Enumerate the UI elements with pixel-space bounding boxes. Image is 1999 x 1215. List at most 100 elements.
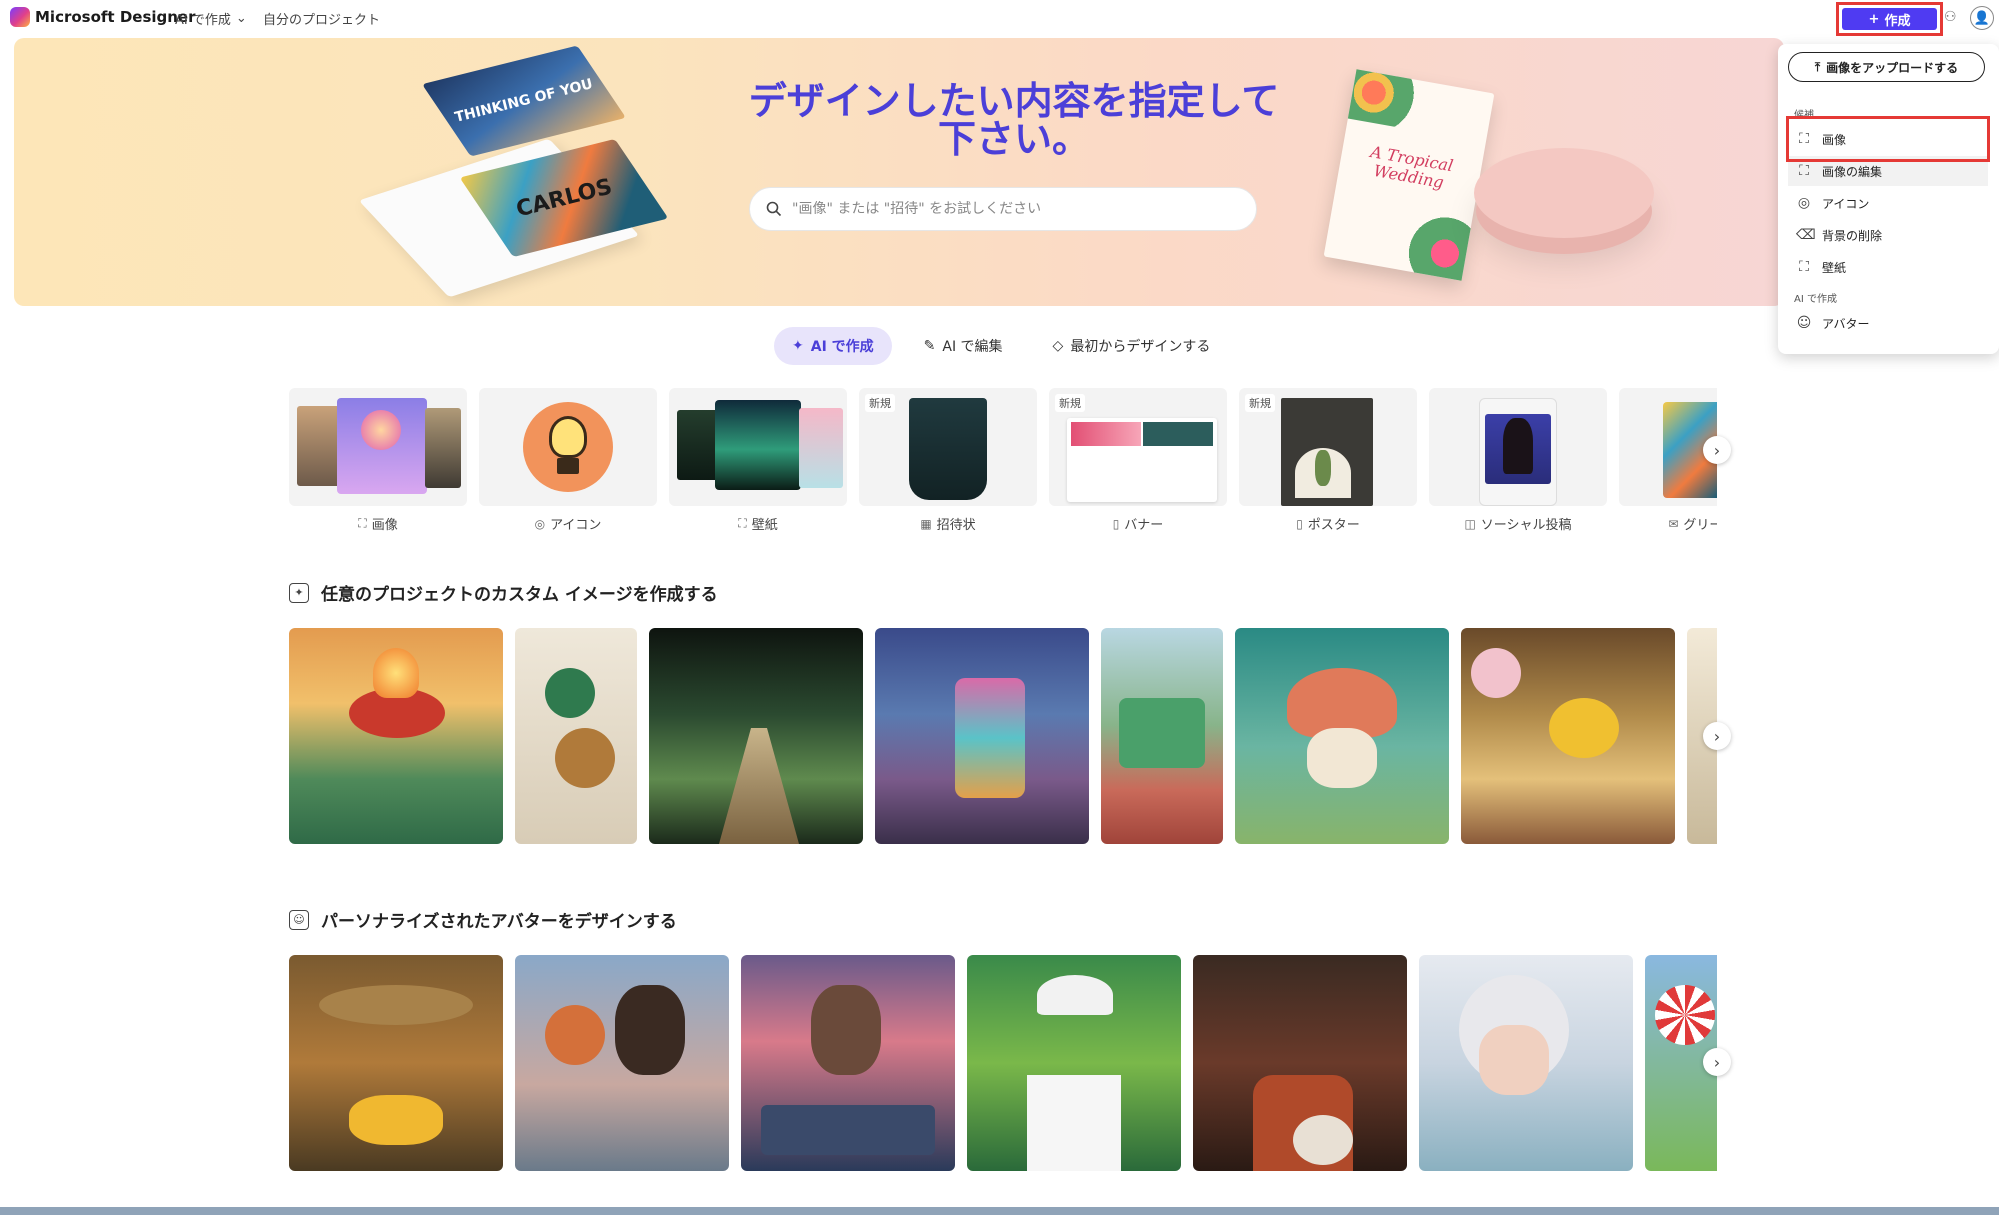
image-card-grill[interactable] <box>289 628 503 844</box>
image-card-pinata[interactable] <box>875 628 1089 844</box>
dropdown-item-icon[interactable]: ◎ アイコン <box>1788 188 1988 218</box>
dropdown-item-label: アイコン <box>1822 196 1870 211</box>
tropical-wedding-card: A Tropical Wedding <box>1323 69 1495 281</box>
image-card-kids-reading[interactable] <box>1101 628 1223 844</box>
icon-icon: ◎ <box>534 516 546 531</box>
dropdown-item-remove-background[interactable]: ⌫ 背景の削除 <box>1788 220 1988 250</box>
wallpaper-icon: ⛶ <box>1799 259 1809 275</box>
mail-icon: ✉ <box>1668 516 1679 531</box>
tab-ai-edit[interactable]: ✎ AI で編集 <box>906 327 1021 365</box>
template-label: 画像 <box>371 518 398 533</box>
image-card-forest-path[interactable] <box>649 628 863 844</box>
dropdown-item-label: 画像の編集 <box>1822 164 1883 179</box>
eraser-icon: ⌫ <box>1796 227 1816 243</box>
search-icon <box>766 201 782 217</box>
share-icon[interactable]: ⚇ <box>1944 9 1962 27</box>
nav-ai-create[interactable]: AI で作成 ⌄ <box>175 9 247 28</box>
template-invitation[interactable]: 新規 ▦ 招待状 <box>859 388 1037 533</box>
tab-design-from-scratch-label: 最初からデザインする <box>1070 339 1211 355</box>
template-image[interactable]: ⛶ 画像 <box>289 388 467 533</box>
image-card-mushroom[interactable] <box>1235 628 1449 844</box>
avatars-next-button[interactable]: › <box>1703 1048 1731 1076</box>
avatar-icon: ☺ <box>1796 315 1812 331</box>
designer-logo-icon[interactable] <box>10 7 30 27</box>
plinth-illustration <box>1474 148 1654 238</box>
template-label: ソーシャル投稿 <box>1480 518 1572 533</box>
tab-ai-create[interactable]: ✦ AI で作成 <box>774 327 892 365</box>
image-card-canary[interactable] <box>1461 628 1675 844</box>
upload-icon: ⤒ <box>1814 59 1821 74</box>
image-edit-icon: ⛶ <box>1799 163 1809 179</box>
template-thumbnail: 新規 <box>1049 388 1227 506</box>
mode-tabs: ✦ AI で作成 ✎ AI で編集 ◇ 最初からデザインする <box>774 327 1228 365</box>
tab-ai-create-label: AI で作成 <box>810 339 874 355</box>
avatar-card-basketball[interactable] <box>515 955 729 1171</box>
chevron-down-icon: ⌄ <box>235 11 247 26</box>
create-button-highlight: + 作成 <box>1836 2 1943 36</box>
poster-icon: ▯ <box>1296 516 1303 531</box>
custom-images-title-text: 任意のプロジェクトのカスタム イメージを作成する <box>321 585 718 605</box>
dropdown-item-label: 背景の削除 <box>1822 228 1883 243</box>
dropdown-item-avatar[interactable]: ☺ アバター <box>1788 308 1988 338</box>
create-button-label: 作成 <box>1884 13 1911 29</box>
image-card-cactus-guitar[interactable] <box>515 628 637 844</box>
page: Microsoft Designer AI で作成 ⌄ 自分のプロジェクト + … <box>0 0 1999 1215</box>
shapes-icon: ◇ <box>1052 338 1064 354</box>
custom-images-next-button[interactable]: › <box>1703 722 1731 750</box>
avatar-face-icon: ☺ <box>289 909 309 930</box>
chevron-right-icon: › <box>1713 1052 1721 1072</box>
magic-wand-icon: ✎ <box>923 338 936 354</box>
template-carousel-next-button[interactable]: › <box>1703 436 1731 464</box>
template-icon[interactable]: ◎ アイコン <box>479 388 657 533</box>
dropdown-item-label: アバター <box>1822 316 1870 331</box>
avatar-card-grandmother[interactable] <box>1419 955 1633 1171</box>
template-wallpaper[interactable]: ⛶ 壁紙 <box>669 388 847 533</box>
search-input[interactable] <box>792 201 1232 217</box>
tab-design-from-scratch[interactable]: ◇ 最初からデザインする <box>1035 327 1229 365</box>
image-icon: ⛶ <box>358 516 367 530</box>
bottom-bar <box>0 1207 1999 1215</box>
banner-icon: ▯ <box>1112 516 1120 531</box>
template-label: バナー <box>1124 518 1164 533</box>
template-banner[interactable]: 新規 ▯ バナー <box>1049 388 1227 533</box>
template-label: ポスター <box>1307 518 1360 533</box>
plus-icon: + <box>1868 11 1880 27</box>
icon-icon: ◎ <box>1797 195 1811 211</box>
tab-ai-edit-label: AI で編集 <box>942 339 1003 355</box>
create-button[interactable]: + 作成 <box>1842 8 1937 30</box>
upload-image-label: 画像をアップロードする <box>1826 60 1959 75</box>
social-icon: ◫ <box>1464 516 1476 531</box>
upload-image-button[interactable]: ⤒ 画像をアップロードする <box>1788 52 1985 82</box>
template-thumbnail <box>479 388 657 506</box>
template-label: アイコン <box>550 518 602 533</box>
wallpaper-icon: ⛶ <box>738 516 747 530</box>
app-title[interactable]: Microsoft Designer <box>35 8 196 26</box>
template-greeting[interactable]: ✉ グリーティ <box>1619 388 1717 533</box>
nav-my-projects[interactable]: 自分のプロジェクト <box>263 9 380 28</box>
template-social-post[interactable]: ◫ ソーシャル投稿 <box>1429 388 1607 533</box>
avatar-card-dj[interactable] <box>741 955 955 1171</box>
avatar-card-farmer[interactable] <box>289 955 503 1171</box>
avatar-card-gentleman-cat[interactable] <box>1193 955 1407 1171</box>
template-thumbnail: 新規 <box>1239 388 1417 506</box>
avatar-card-golfer[interactable] <box>967 955 1181 1171</box>
avatars-title-text: パーソナライズされたアバターをデザインする <box>321 912 677 932</box>
hero-title: デザインしたい内容を指定して下さい。 <box>748 79 1280 161</box>
template-poster[interactable]: 新規 ▯ ポスター <box>1239 388 1417 533</box>
user-avatar-icon[interactable]: 👤 <box>1970 6 1994 30</box>
dropdown-item-label: 壁紙 <box>1822 260 1847 275</box>
template-thumbnail: 新規 <box>859 388 1037 506</box>
prompt-search-box[interactable] <box>749 187 1257 231</box>
chevron-right-icon: › <box>1713 726 1721 746</box>
new-badge: 新規 <box>865 394 895 412</box>
dropdown-item-wallpaper[interactable]: ⛶ 壁紙 <box>1788 252 1988 282</box>
avatars-row <box>289 955 1717 1171</box>
image-item-highlight <box>1786 116 1990 162</box>
template-thumbnail <box>669 388 847 506</box>
custom-images-section-title: ✦ 任意のプロジェクトのカスタム イメージを作成する <box>289 580 718 605</box>
template-thumbnail <box>1429 388 1607 506</box>
new-badge: 新規 <box>1055 394 1085 412</box>
template-label: 壁紙 <box>751 518 778 533</box>
image-sparkle-icon: ✦ <box>289 582 309 603</box>
avatars-section-title: ☺ パーソナライズされたアバターをデザインする <box>289 907 677 932</box>
